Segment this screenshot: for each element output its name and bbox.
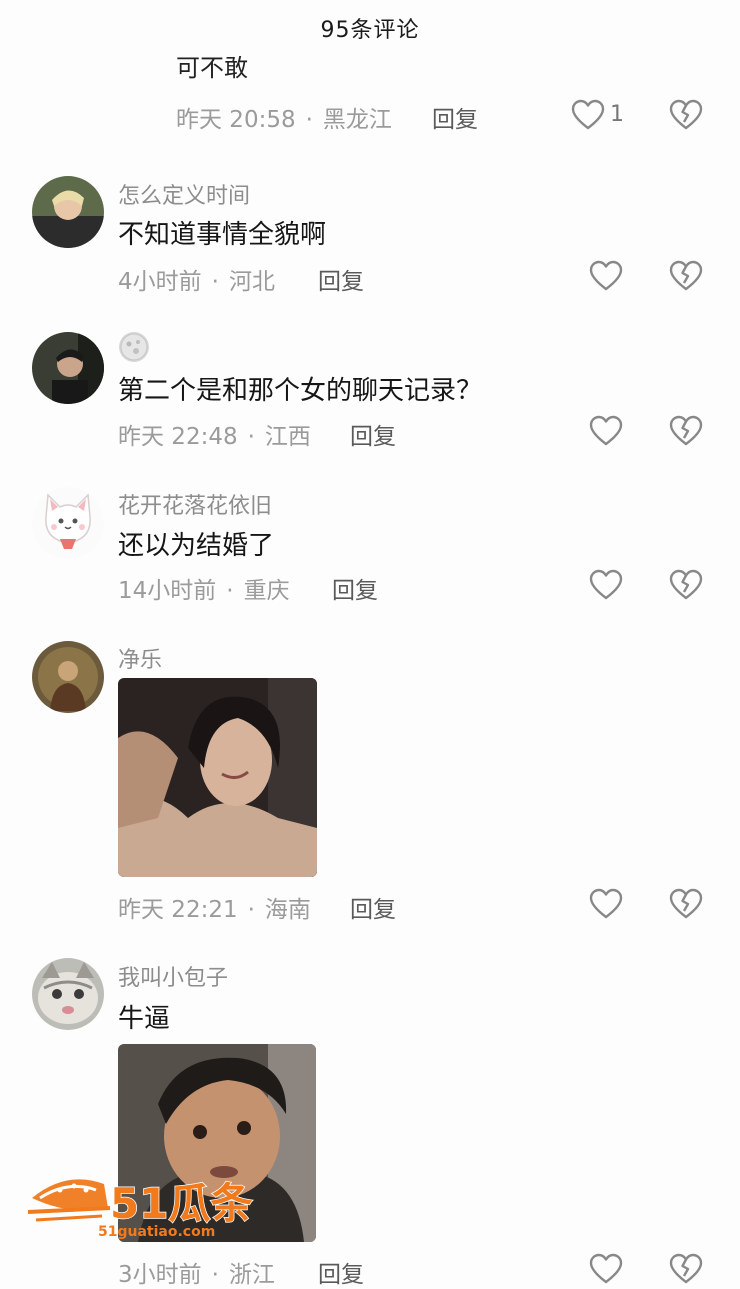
comment-time: 昨天 22:48 [118,424,238,450]
comment-time: 3小时前 [118,1262,202,1288]
comment-username[interactable]: 怎么定义时间 [118,178,250,210]
broken-heart-icon [669,260,703,291]
reply-button[interactable]: 回复 [350,890,396,924]
reply-button[interactable]: 回复 [432,100,478,134]
dislike-button[interactable] [668,414,704,450]
heart-outline-icon [589,569,623,600]
heart-outline-icon [571,99,605,130]
comment-time: 14小时前 [118,578,217,604]
comment-time: 昨天 20:58 [176,107,296,133]
comment-text: 还以为结婚了 [118,531,275,561]
broken-heart-icon [669,569,703,600]
comment-location: 浙江 [228,1262,275,1288]
comment-username[interactable]: 我叫小包子 [118,960,228,992]
comment-location: 河北 [228,269,275,295]
comment-meta: 3小时前 · 浙江 [118,1262,275,1288]
comment-location: 江西 [264,424,311,450]
dislike-button[interactable] [668,1252,704,1288]
broken-heart-icon [669,415,703,446]
moon-emoji-username[interactable] [119,332,149,362]
watermark-brand: 51瓜条 [110,1179,252,1228]
comment-meta: 昨天 20:58 · 黑龙江 [176,107,392,133]
broken-heart-icon [669,888,703,919]
comment-time: 昨天 22:21 [118,897,238,923]
comment-location: 海南 [264,897,311,923]
like-button[interactable] [588,259,624,295]
watermark-logo: 51瓜条 51guatiao.com [26,1168,266,1242]
like-button[interactable] [570,98,606,134]
comment-text: 第二个是和那个女的聊天记录？ [118,376,483,406]
comments-count-title: 95条评论 [320,18,420,43]
watermark-url: 51guatiao.com [98,1224,215,1240]
avatar[interactable] [32,958,104,1030]
comment-text: 不知道事情全貌啊 [118,220,327,250]
reply-button[interactable]: 回复 [332,571,378,605]
reply-button[interactable]: 回复 [318,1255,364,1289]
like-button[interactable] [588,568,624,604]
dislike-button[interactable] [668,259,704,295]
heart-outline-icon [589,260,623,291]
avatar[interactable] [32,641,104,713]
avatar[interactable] [32,487,104,559]
comment-text-partial: 可不敢 [176,56,248,82]
comment-text: 牛逼 [118,1004,171,1034]
like-button[interactable] [588,1252,624,1288]
heart-outline-icon [589,415,623,446]
comment-location: 重庆 [243,578,290,604]
comment-meta: 14小时前 · 重庆 [118,578,290,604]
avatar[interactable] [32,176,104,248]
comment-username[interactable]: 花开花落花依旧 [118,488,272,520]
comment-meta: 昨天 22:48 · 江西 [118,424,311,450]
comment-location: 黑龙江 [322,107,392,133]
comment-image[interactable] [118,678,317,877]
comment-meta: 昨天 22:21 · 海南 [118,897,311,923]
comment-username[interactable]: 净乐 [118,642,162,674]
reply-button[interactable]: 回复 [350,417,396,451]
dislike-button[interactable] [668,887,704,923]
like-button[interactable] [588,414,624,450]
comment-time: 4小时前 [118,269,202,295]
like-count: 1 [610,102,624,127]
broken-heart-icon [669,1253,703,1284]
dislike-button[interactable] [668,98,704,134]
reply-button[interactable]: 回复 [318,262,364,296]
comment-meta: 4小时前 · 河北 [118,269,275,295]
heart-outline-icon [589,1253,623,1284]
broken-heart-icon [669,99,703,130]
dislike-button[interactable] [668,568,704,604]
heart-outline-icon [589,888,623,919]
like-button[interactable] [588,887,624,923]
avatar[interactable] [32,332,104,404]
